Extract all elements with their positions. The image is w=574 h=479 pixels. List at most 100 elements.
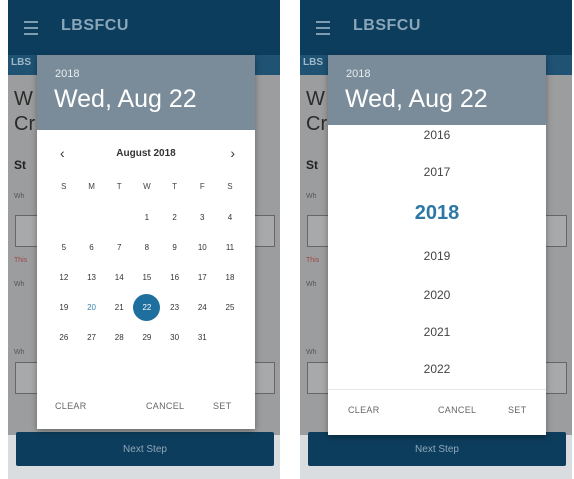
header-date[interactable]: Wed, Aug 22 — [54, 85, 197, 114]
background-step-label: St — [306, 158, 318, 172]
calendar-day-number: 21 — [114, 302, 124, 312]
divider — [328, 389, 546, 390]
set-button[interactable]: SET — [508, 405, 526, 415]
year-option[interactable]: 2022 — [328, 362, 546, 376]
year-option-selected[interactable]: 2018 — [328, 202, 546, 225]
date-picker-dialog: 2018 Wed, Aug 22 ‹ August 2018 › SMTWTFS… — [37, 55, 255, 429]
calendar-day-number: 29 — [142, 332, 152, 342]
calendar-day-number: 25 — [225, 302, 235, 312]
dialog-actions: CLEAR CANCEL SET — [328, 399, 546, 423]
cancel-button[interactable]: CANCEL — [438, 405, 476, 415]
menu-icon[interactable] — [316, 21, 330, 35]
calendar-day[interactable]: 9 — [161, 232, 189, 262]
sub-header-text: LBS — [303, 57, 323, 68]
calendar-day[interactable]: 28 — [105, 322, 133, 352]
weekday-label: W — [143, 182, 151, 191]
clear-button[interactable]: CLEAR — [55, 401, 87, 411]
calendar-empty-cell — [78, 202, 106, 232]
calendar-day[interactable]: 24 — [188, 292, 216, 322]
year-picker-dialog: 2018 Wed, Aug 22 2016 2017 2018 2019 2020 202… — [328, 55, 546, 435]
header-year[interactable]: 2018 — [55, 68, 79, 80]
cancel-button[interactable]: CANCEL — [146, 401, 184, 411]
year-option[interactable]: 2016 — [328, 128, 546, 142]
calendar-day[interactable]: 26 — [50, 322, 78, 352]
year-option[interactable]: 2019 — [328, 249, 546, 263]
phone-screen-calendar: LBSFCU LBS W Cr St Wh This Wh Wh Next St… — [8, 0, 280, 479]
header-year[interactable]: 2018 — [346, 68, 370, 80]
calendar-day-number: 7 — [116, 242, 122, 252]
weekday-label: F — [199, 182, 205, 191]
calendar-day[interactable]: 6 — [78, 232, 106, 262]
menu-icon[interactable] — [24, 21, 38, 35]
set-button[interactable]: SET — [213, 401, 231, 411]
calendar-day-number: 18 — [225, 272, 235, 282]
clear-button[interactable]: CLEAR — [348, 405, 380, 415]
calendar-day[interactable]: 15 — [133, 262, 161, 292]
calendar-day[interactable]: 1 — [133, 202, 161, 232]
next-step-button[interactable]: Next Step — [16, 432, 274, 466]
calendar-day[interactable]: 30 — [161, 322, 189, 352]
calendar-day[interactable]: 8 — [133, 232, 161, 262]
calendar-day-number: 11 — [225, 242, 235, 252]
calendar-day-number: 16 — [170, 272, 180, 282]
background-error-text: This — [14, 257, 28, 264]
calendar-empty-cell — [50, 202, 78, 232]
year-option[interactable]: 2020 — [328, 288, 546, 302]
app-bar: LBSFCU — [300, 0, 572, 55]
year-option[interactable]: 2017 — [328, 165, 546, 179]
calendar-day[interactable]: 13 — [78, 262, 106, 292]
calendar-day[interactable]: 7 — [105, 232, 133, 262]
background-field-label: Wh — [14, 281, 25, 288]
date-picker-header: 2018 Wed, Aug 22 — [328, 55, 546, 130]
calendar-day[interactable]: 31 — [188, 322, 216, 352]
calendar-day[interactable]: 29 — [133, 322, 161, 352]
weekday-label: T — [116, 182, 122, 191]
calendar-day[interactable]: 21 — [105, 292, 133, 322]
calendar-day-number: 27 — [87, 332, 96, 342]
calendar-day[interactable]: 17 — [188, 262, 216, 292]
weekday-header: SMTWTFS — [50, 182, 244, 191]
calendar-day[interactable]: 4 — [216, 202, 244, 232]
calendar-day[interactable]: 3 — [188, 202, 216, 232]
calendar-day[interactable]: 11 — [216, 232, 244, 262]
calendar-day[interactable]: 16 — [161, 262, 189, 292]
next-step-button[interactable]: Next Step — [308, 432, 566, 466]
calendar-day-number: 4 — [227, 212, 233, 222]
calendar-day-number: 14 — [114, 272, 124, 282]
background-heading-1: W — [306, 88, 325, 110]
year-option[interactable]: 2021 — [328, 325, 546, 339]
calendar-day[interactable]: 20 — [78, 292, 106, 322]
app-title: LBSFCU — [61, 17, 129, 34]
calendar-day-number: 13 — [87, 272, 96, 282]
month-label: August 2018 — [116, 148, 176, 159]
calendar-day-number: 2 — [172, 212, 177, 222]
background-step-label: St — [14, 158, 26, 172]
dialog-actions: CLEAR CANCEL SET — [37, 395, 255, 419]
phone-screen-year-picker: LBSFCU LBS W Cr St Wh This Wh Wh Next St… — [300, 0, 572, 479]
calendar-day[interactable]: 5 — [50, 232, 78, 262]
calendar-day[interactable]: 23 — [161, 292, 189, 322]
calendar-day-number: 1 — [144, 212, 150, 222]
calendar-day-number: 26 — [59, 332, 69, 342]
calendar-day-number: 12 — [59, 272, 69, 282]
calendar-day[interactable]: 14 — [105, 262, 133, 292]
background-heading-2: Cr — [14, 113, 36, 135]
calendar-day[interactable]: 10 — [188, 232, 216, 262]
calendar-day[interactable]: 12 — [50, 262, 78, 292]
calendar-day[interactable]: 18 — [216, 262, 244, 292]
chevron-right-icon[interactable]: › — [230, 145, 235, 161]
year-list[interactable]: 2016 2017 2018 2019 2020 2021 2022 — [328, 125, 546, 393]
calendar-day[interactable]: 2 — [161, 202, 189, 232]
calendar-day-selected[interactable]: 22 — [133, 292, 161, 322]
weekday-label: M — [88, 182, 95, 191]
calendar-day-number: 30 — [170, 332, 180, 342]
calendar-day-number: 17 — [197, 272, 207, 282]
calendar-day-number: 15 — [142, 272, 152, 282]
calendar-day[interactable]: 25 — [216, 292, 244, 322]
header-date[interactable]: Wed, Aug 22 — [345, 85, 488, 114]
app-bar: LBSFCU — [8, 0, 280, 55]
calendar-day[interactable]: 27 — [78, 322, 106, 352]
calendar-day-number: 9 — [172, 242, 177, 252]
calendar-day[interactable]: 19 — [50, 292, 78, 322]
calendar-day-number: 8 — [144, 242, 150, 252]
